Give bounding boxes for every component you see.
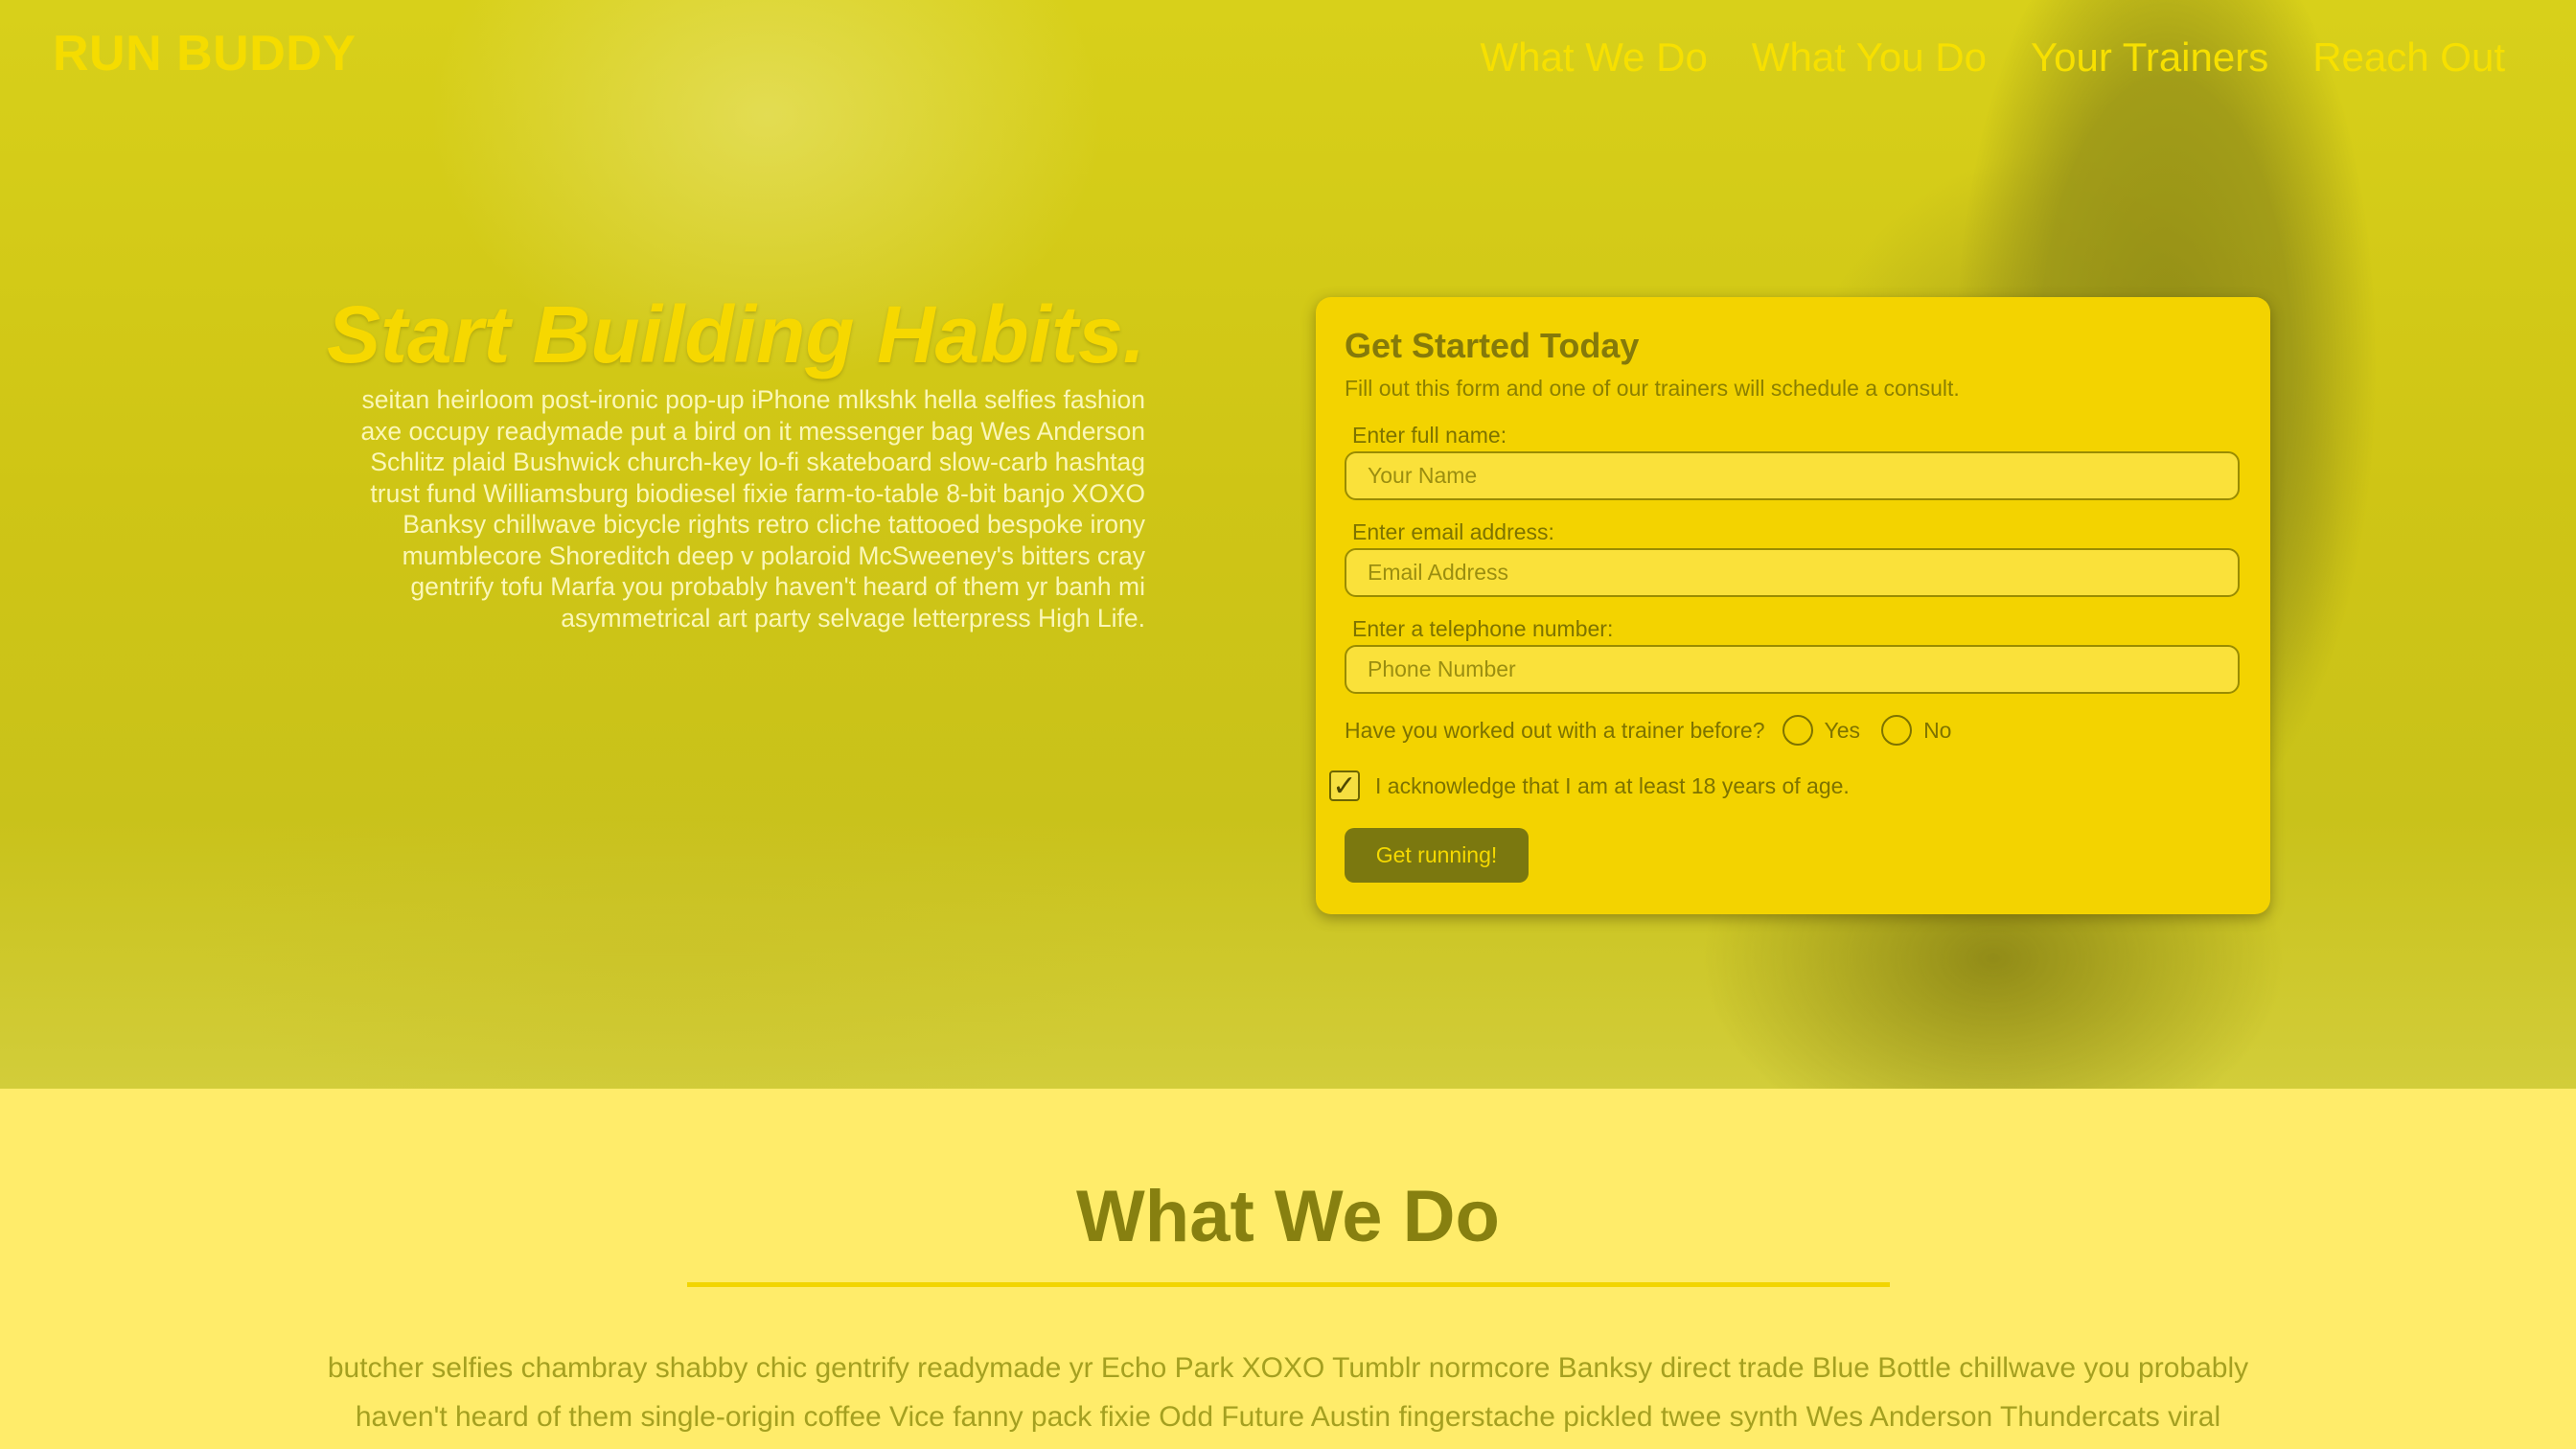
get-running-button[interactable]: Get running! bbox=[1345, 828, 1529, 883]
site-logo[interactable]: RUN BUDDY bbox=[53, 25, 356, 82]
trainer-question: Have you worked out with a trainer befor… bbox=[1345, 717, 1765, 743]
age-ack-label: I acknowledge that I am at least 18 year… bbox=[1375, 772, 1850, 798]
hero-intro: Start Building Habits. seitan heirloom p… bbox=[326, 292, 1145, 633]
hero-text: seitan heirloom post-ironic pop-up iPhon… bbox=[360, 385, 1145, 632]
email-label: Enter email address: bbox=[1352, 519, 1554, 544]
what-we-do-text: butcher selfies chambray shabby chic gen… bbox=[327, 1352, 2249, 1433]
trainer-question-row: Have you worked out with a trainer befor… bbox=[1345, 715, 2242, 746]
signup-form: Get Started Today Fill out this form and… bbox=[1316, 297, 2270, 914]
phone-label: Enter a telephone number: bbox=[1352, 616, 1614, 641]
email-input[interactable] bbox=[1345, 548, 2240, 597]
age-ack-row: ✓ I acknowledge that I am at least 18 ye… bbox=[1329, 770, 2242, 802]
phone-input[interactable] bbox=[1345, 645, 2240, 694]
radio-yes-label: Yes bbox=[1824, 717, 1861, 743]
name-input[interactable] bbox=[1345, 451, 2240, 500]
name-label: Enter full name: bbox=[1352, 423, 1507, 448]
form-title: Get Started Today bbox=[1345, 326, 1640, 365]
email-field-group: Enter email address: bbox=[1345, 519, 2242, 597]
radio-no-label: No bbox=[1923, 717, 1952, 743]
nav-link-reach-out[interactable]: Reach Out bbox=[2312, 34, 2505, 80]
age-ack-checkbox[interactable]: ✓ bbox=[1329, 770, 1360, 802]
nav-link-what-you-do[interactable]: What You Do bbox=[1752, 34, 1987, 80]
radio-yes[interactable] bbox=[1782, 715, 1813, 746]
phone-field-group: Enter a telephone number: bbox=[1345, 616, 2242, 694]
main-nav: What We Do What You Do Your Trainers Rea… bbox=[1481, 34, 2506, 80]
nav-link-your-trainers[interactable]: Your Trainers bbox=[2031, 34, 2268, 80]
section-divider bbox=[687, 1282, 1890, 1287]
nav-link-what-we-do[interactable]: What We Do bbox=[1481, 34, 1708, 80]
hero-section: RUN BUDDY What We Do What You Do Your Tr… bbox=[0, 0, 2576, 1089]
radio-no[interactable] bbox=[1881, 715, 1913, 746]
what-we-do-title: What We Do bbox=[1076, 1176, 1500, 1257]
what-we-do-section: What We Do butcher selfies chambray shab… bbox=[0, 1089, 2576, 1449]
checkmark-icon: ✓ bbox=[1332, 770, 1357, 802]
name-field-group: Enter full name: bbox=[1345, 423, 2242, 500]
form-subtitle: Fill out this form and one of our traine… bbox=[1345, 376, 1960, 401]
hero-title: Start Building Habits. bbox=[326, 289, 1145, 380]
site-header: RUN BUDDY What We Do What You Do Your Tr… bbox=[0, 0, 2576, 115]
